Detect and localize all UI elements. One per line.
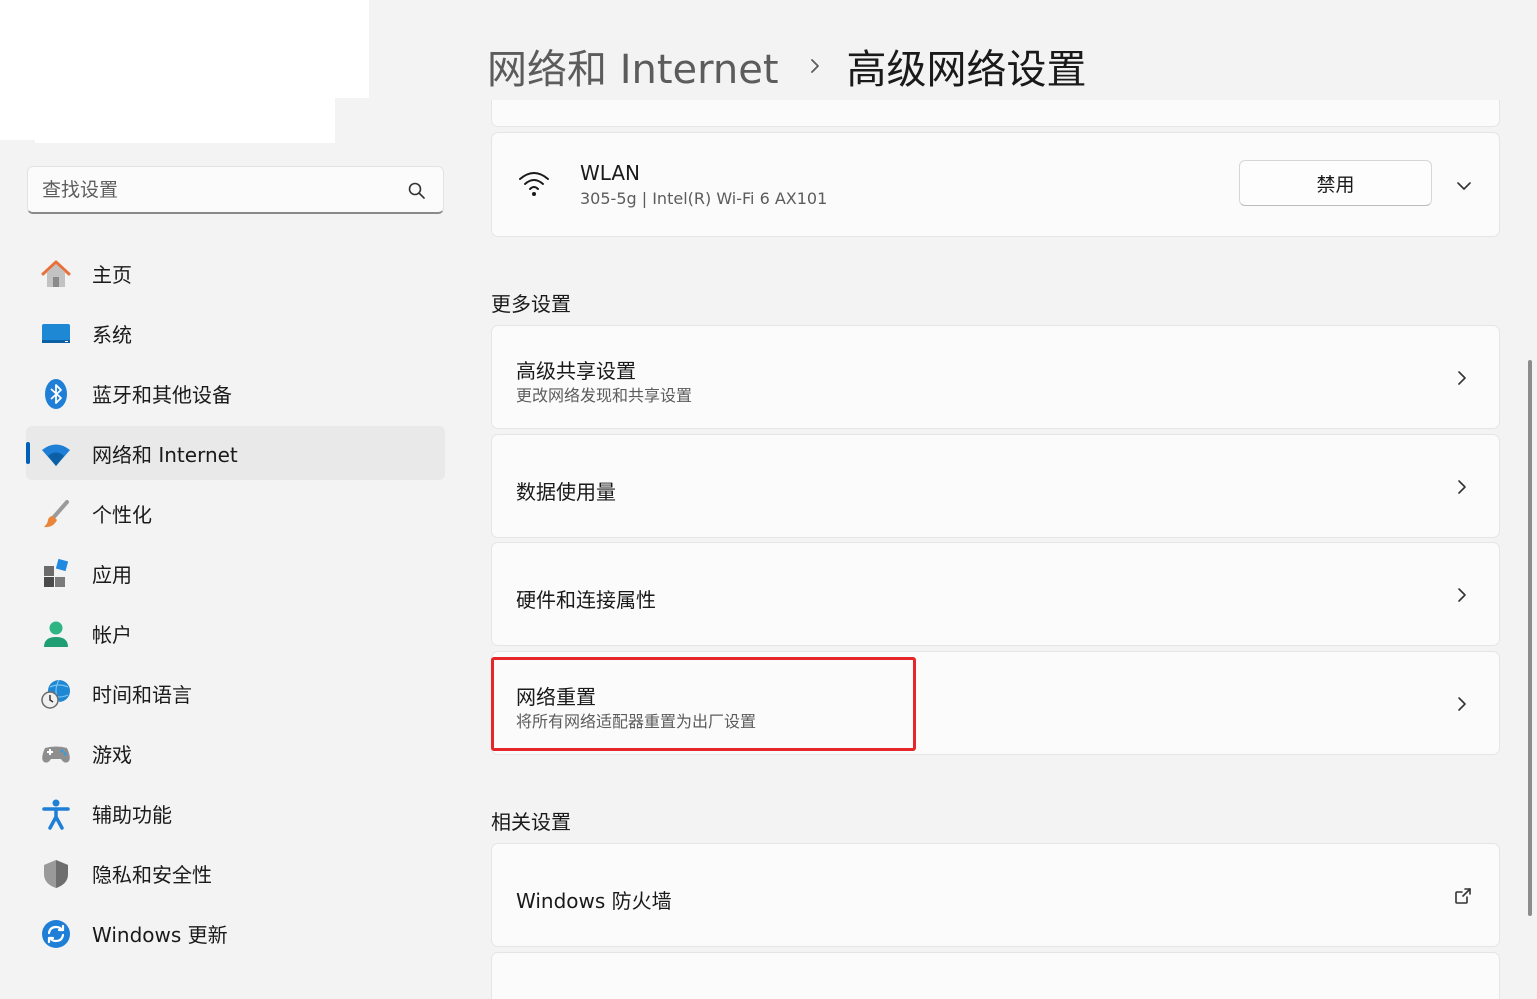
shield-icon	[44, 860, 68, 888]
bluetooth-icon	[45, 379, 67, 409]
sidebar-item-label: 帐户	[92, 622, 132, 647]
sidebar-item-network[interactable]: 网络和 Internet	[26, 426, 445, 480]
sidebar-item-label: 蓝牙和其他设备	[92, 382, 232, 407]
settings-item-title: 高级共享设置	[516, 359, 636, 383]
page-title: 高级网络设置	[846, 47, 1087, 93]
chevron-right-icon	[1458, 480, 1466, 494]
sidebar-item-label: 隐私和安全性	[92, 862, 212, 887]
settings-item-advanced-sharing[interactable]: 高级共享设置 更改网络发现和共享设置	[491, 325, 1500, 429]
settings-item-network-reset[interactable]: 网络重置 将所有网络适配器重置为出厂设置	[491, 651, 1500, 755]
sidebar-item-apps[interactable]: 应用	[26, 546, 445, 600]
chevron-down-icon[interactable]	[1455, 177, 1473, 195]
update-icon	[42, 920, 70, 948]
sidebar-item-time-language[interactable]: 时间和语言	[26, 666, 445, 720]
monitor-icon	[42, 324, 70, 343]
sidebar-item-label: 辅助功能	[92, 802, 172, 827]
chevron-right-icon	[810, 59, 819, 73]
settings-item-subtitle: 将所有网络适配器重置为出厂设置	[516, 712, 757, 731]
breadcrumb: 网络和 Internet 高级网络设置	[487, 38, 1087, 94]
home-icon	[41, 260, 71, 287]
sidebar-item-accessibility[interactable]: 辅助功能	[26, 786, 445, 840]
settings-item-windows-firewall[interactable]: Windows 防火墙	[491, 843, 1500, 947]
gamepad-icon	[42, 746, 70, 763]
sidebar-item-system[interactable]: 系统	[26, 306, 445, 360]
sidebar-item-label: 个性化	[92, 502, 152, 527]
person-icon	[44, 621, 68, 647]
settings-item-partial[interactable]	[491, 952, 1500, 999]
search-input[interactable]	[42, 175, 402, 205]
breadcrumb-parent[interactable]: 网络和 Internet	[487, 37, 779, 95]
sidebar-item-personalization[interactable]: 个性化	[26, 486, 445, 540]
wifi-icon	[42, 444, 70, 466]
external-link-icon	[1455, 888, 1471, 904]
adapter-card-partial	[491, 100, 1500, 127]
settings-item-title: 硬件和连接属性	[516, 588, 656, 612]
settings-item-hardware-properties[interactable]: 硬件和连接属性	[491, 542, 1500, 646]
wifi-signal-icon	[519, 172, 549, 196]
sidebar-item-home[interactable]: 主页	[26, 246, 445, 300]
search-box[interactable]	[27, 166, 444, 214]
sidebar-item-label: 应用	[92, 562, 132, 587]
redacted-area	[35, 0, 369, 98]
settings-item-title: 网络重置	[516, 685, 596, 709]
sidebar-item-gaming[interactable]: 游戏	[26, 726, 445, 780]
redacted-area	[35, 98, 335, 143]
chevron-right-icon	[1458, 371, 1466, 385]
sidebar-item-label: 游戏	[92, 742, 132, 767]
sidebar-item-accounts[interactable]: 帐户	[26, 606, 445, 660]
disable-adapter-button[interactable]: 禁用	[1239, 160, 1432, 206]
section-header-more-settings: 更多设置	[491, 292, 571, 316]
scrollbar[interactable]	[1528, 360, 1532, 916]
settings-item-title: Windows 防火墙	[516, 889, 672, 913]
accessibility-icon	[42, 799, 70, 830]
apps-icon	[44, 558, 69, 587]
sidebar-item-privacy[interactable]: 隐私和安全性	[26, 846, 445, 900]
sidebar-item-label: 网络和 Internet	[92, 442, 238, 467]
sidebar-item-label: 系统	[92, 322, 132, 347]
sidebar-item-bluetooth[interactable]: 蓝牙和其他设备	[26, 366, 445, 420]
sidebar-item-windows-update[interactable]: Windows 更新	[26, 906, 445, 960]
sidebar-item-label: 时间和语言	[92, 682, 192, 707]
sidebar-item-label: 主页	[92, 262, 132, 287]
brush-icon	[44, 500, 69, 528]
adapter-details: 305-5g | Intel(R) Wi-Fi 6 AX101	[580, 189, 828, 208]
adapter-card-wlan: WLAN 305-5g | Intel(R) Wi-Fi 6 AX101 禁用	[491, 132, 1500, 237]
settings-item-data-usage[interactable]: 数据使用量	[491, 434, 1500, 538]
search-icon[interactable]	[407, 181, 427, 201]
settings-item-subtitle: 更改网络发现和共享设置	[516, 386, 693, 405]
adapter-name: WLAN	[580, 161, 641, 185]
settings-item-title: 数据使用量	[516, 480, 616, 504]
redacted-area	[0, 0, 35, 140]
chevron-right-icon	[1458, 588, 1466, 602]
sidebar-item-label: Windows 更新	[92, 922, 228, 947]
section-header-related-settings: 相关设置	[491, 810, 571, 834]
globe-clock-icon	[41, 679, 70, 709]
sidebar-nav: 主页 系统 蓝牙和其他设备 网络和 Internet 个性化 应用 帐户 时间和…	[26, 246, 445, 966]
chevron-right-icon	[1458, 697, 1466, 711]
